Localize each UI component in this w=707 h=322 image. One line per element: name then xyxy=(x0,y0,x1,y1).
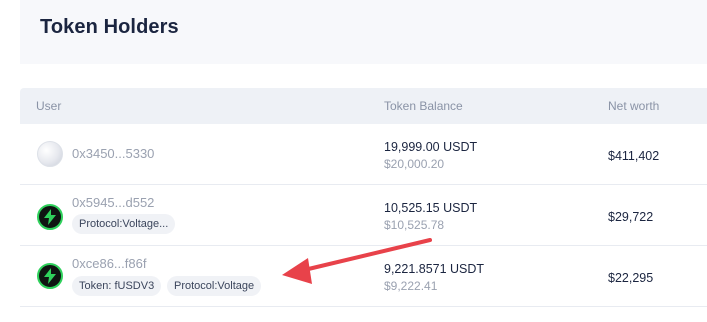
red-arrow-icon xyxy=(282,238,432,284)
